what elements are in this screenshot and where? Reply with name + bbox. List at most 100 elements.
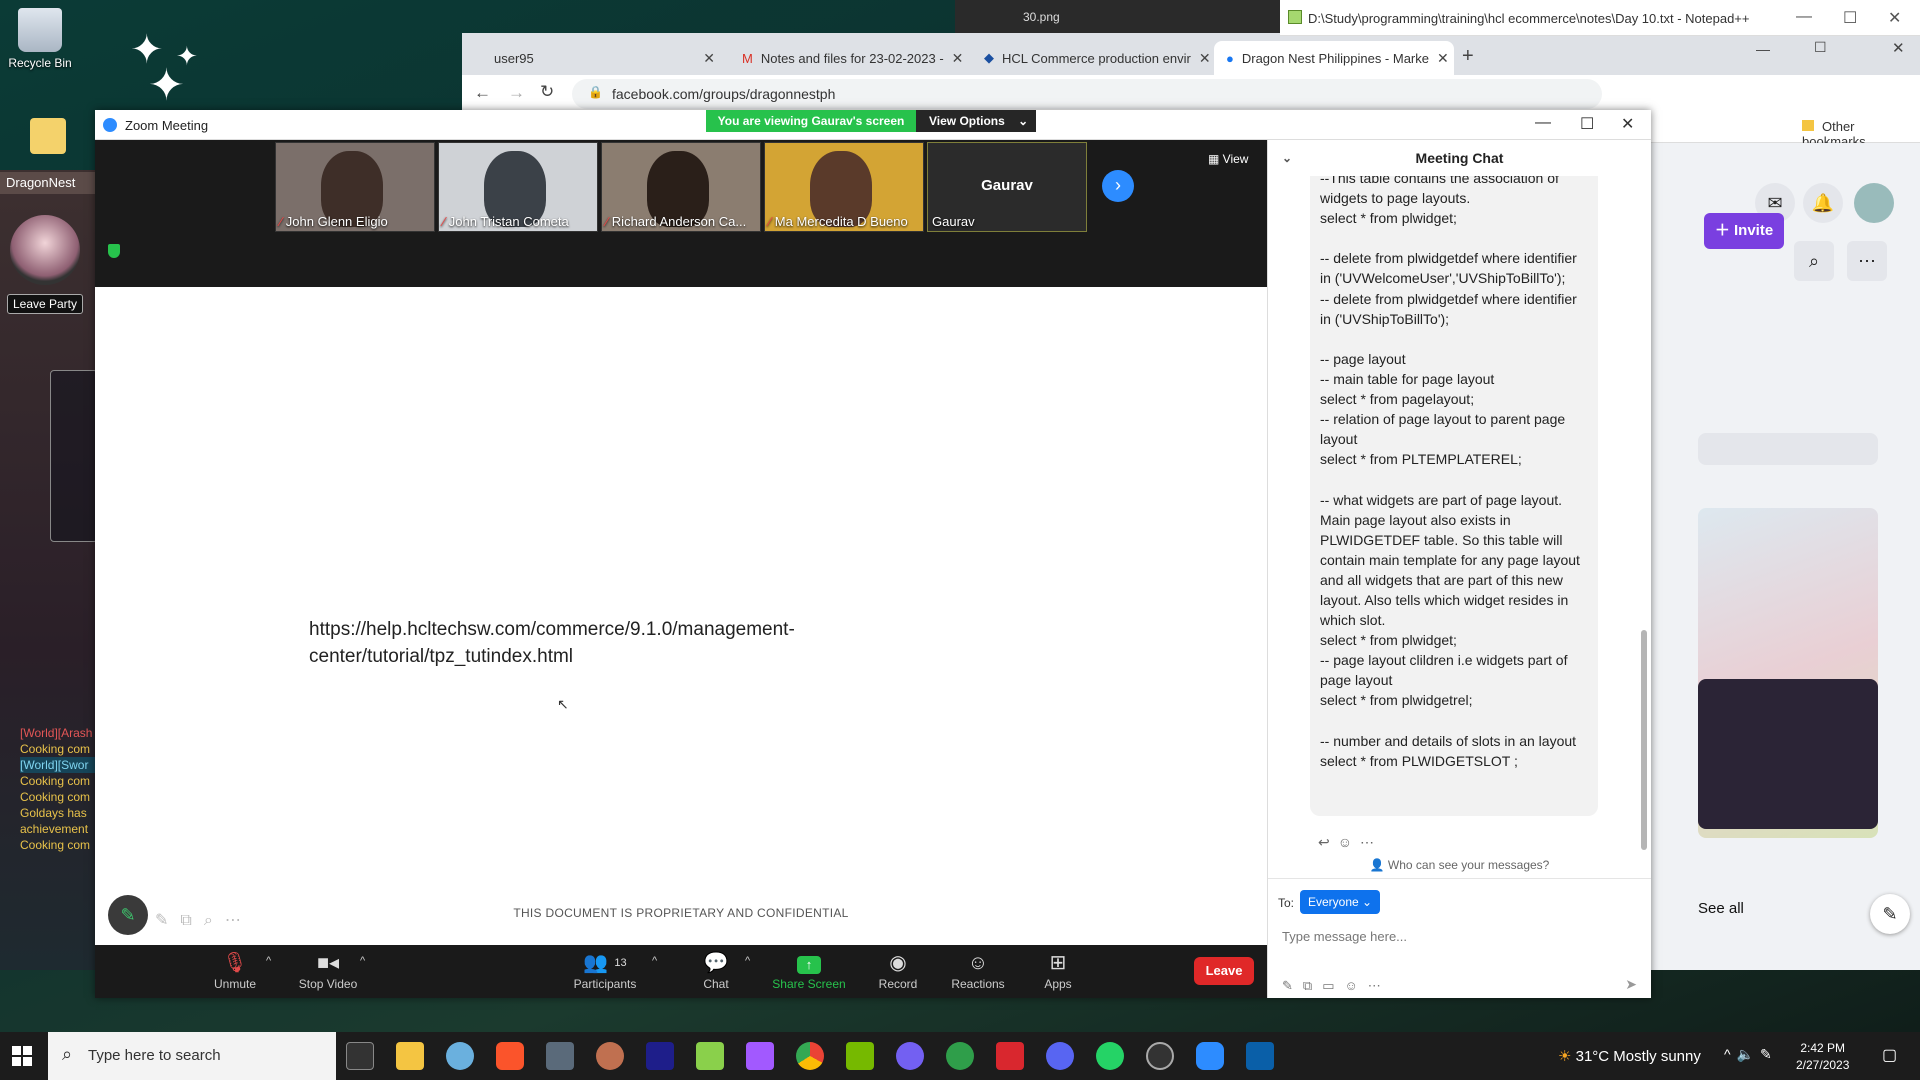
desktop-icon-folder[interactable] [8,118,88,158]
minimize-icon[interactable]: — [1535,114,1551,132]
next-page-button[interactable]: › [1102,170,1134,202]
maximize-icon[interactable]: ☐ [1843,8,1857,28]
app-icon[interactable] [446,1042,474,1070]
chevron-up-icon[interactable]: ^ [266,955,271,967]
desktop-icon-recycle-bin[interactable]: Recycle Bin [0,8,80,70]
reactions-button[interactable]: ☺ Reactions [938,951,1018,991]
more-icon[interactable]: ⋯ [1360,834,1382,850]
unmute-button[interactable]: 🎙 Unmute [195,951,275,991]
intellij-icon[interactable] [646,1042,674,1070]
brave-icon[interactable] [496,1042,524,1070]
notification-icon[interactable]: ▢ [1882,1045,1897,1065]
tab-notes[interactable]: M Notes and files for 23-02-2023 - ✕ [730,41,970,75]
close-icon[interactable]: ✕ [1191,50,1211,67]
discord-icon[interactable] [1046,1042,1074,1070]
minimize-icon[interactable]: — [1756,41,1770,57]
notepadpp-icon[interactable] [696,1042,724,1070]
leave-party-button[interactable]: Leave Party [7,294,83,314]
close-icon[interactable]: ✕ [944,50,964,67]
new-tab-icon[interactable]: + [1462,45,1474,68]
chevron-up-icon[interactable]: ^ [745,955,750,967]
participant-video[interactable]: ⁄ Richard Anderson Ca... [601,142,761,232]
obs-icon[interactable] [1146,1042,1174,1070]
chat-input[interactable]: Type message here... [1282,929,1407,944]
leave-button[interactable]: Leave [1194,957,1254,985]
app-icon[interactable] [996,1042,1024,1070]
figma-icon[interactable] [746,1042,774,1070]
share-screen-button[interactable]: ↑ Share Screen [769,951,849,991]
nvidia-icon[interactable] [846,1042,874,1070]
pen-icon[interactable]: ✎ [1760,1046,1778,1062]
app-icon[interactable] [596,1042,624,1070]
forward-icon[interactable]: → [508,83,525,103]
fb-search-card[interactable] [1698,433,1878,465]
fb-post-thumbnail[interactable] [1698,679,1878,829]
recipient-select[interactable]: Everyone ⌄ [1300,890,1381,914]
app-icon[interactable] [946,1042,974,1070]
close-icon[interactable]: ✕ [1888,8,1901,28]
participants-button[interactable]: 👥 13 Participants [565,951,645,991]
avatar[interactable] [10,215,80,285]
close-icon[interactable]: ✕ [1429,50,1449,67]
chevron-up-icon[interactable]: ^ [1724,1046,1737,1062]
view-button[interactable]: ▦ View [1208,152,1248,166]
close-icon[interactable]: ✕ [695,50,715,67]
who-can-see-link[interactable]: 👤 Who can see your messages? [1268,858,1651,872]
close-icon[interactable]: ✕ [1892,39,1905,57]
scrollbar-thumb[interactable] [1641,630,1647,850]
url-input[interactable]: 🔒 facebook.com/groups/dragonnestph [572,79,1602,109]
chrome-icon[interactable] [796,1042,824,1070]
background-window-title[interactable]: 30.png [955,0,1280,36]
windows-start-icon[interactable] [12,1046,32,1066]
send-icon[interactable]: ➤ [1625,976,1637,993]
tab-user95[interactable]: user95 ✕ [482,41,727,75]
compose-icon[interactable]: ✎ [1870,894,1910,934]
stop-video-button[interactable]: ■◂ Stop Video [288,951,368,991]
taskbar-search[interactable]: ⌕ Type here to search [48,1032,336,1080]
maximize-icon[interactable]: ☐ [1580,114,1594,134]
invite-button[interactable]: ＋ Invite [1704,213,1784,249]
reply-icon[interactable]: ↩ [1318,834,1338,850]
view-options-button[interactable]: View Options ⌄ [916,110,1036,132]
chat-button[interactable]: 💬 Chat [676,951,756,991]
participant-video-gaurav[interactable]: Gaurav Gaurav [927,142,1087,232]
avatar[interactable] [1854,183,1894,223]
app-icon[interactable] [1246,1042,1274,1070]
search-icon[interactable]: ⌕ [1794,241,1834,281]
chevron-up-icon[interactable]: ^ [652,955,657,967]
file-icon[interactable]: ▭ [1322,978,1344,993]
volume-icon[interactable]: 🔈 [1737,1046,1760,1062]
whatsapp-icon[interactable] [1096,1042,1124,1070]
participant-video[interactable]: ⁄ John Tristan Cometa [438,142,598,232]
close-icon[interactable]: ✕ [1621,114,1634,134]
clock[interactable]: 2:42 PM 2/27/2023 [1796,1040,1849,1074]
record-button[interactable]: ◉ Record [858,951,938,991]
notifications-icon[interactable]: 🔔 [1803,183,1843,223]
game-tab[interactable]: DragonNest [0,172,95,194]
weather-widget[interactable]: ☀ 31°C Mostly sunny [1558,1047,1701,1065]
participant-video[interactable]: ⁄ John Glenn Eligio [275,142,435,232]
chat-message[interactable]: --This table contains the association of… [1310,176,1598,816]
zoom-icon[interactable] [1196,1042,1224,1070]
viber-icon[interactable] [896,1042,924,1070]
reload-icon[interactable]: ↻ [540,82,554,102]
file-explorer-icon[interactable] [396,1042,424,1070]
chevron-up-icon[interactable]: ^ [360,955,365,967]
tab-hcl[interactable]: ◆ HCL Commerce production envir ✕ [972,41,1212,75]
participant-video[interactable]: ⁄ Ma Mercedita D Bueno [764,142,924,232]
system-tray[interactable]: ^🔈✎ [1724,1046,1778,1063]
emoji-reaction-icon[interactable]: ☺ [1338,834,1360,850]
more-icon[interactable]: ⋯ [1847,241,1887,281]
chevron-down-icon[interactable]: ⌄ [1282,140,1292,176]
tab-facebook[interactable]: ● Dragon Nest Philippines - Marke ✕ [1214,41,1454,75]
notepad-titlebar[interactable]: D:\Study\programming\training\hcl ecomme… [1280,0,1920,36]
emoji-icon[interactable]: ☺ [1345,978,1368,993]
format-icon[interactable]: ✎ [1282,978,1303,993]
apps-button[interactable]: ⊞ Apps [1018,951,1098,991]
chat-scrollbar[interactable] [1641,190,1647,998]
screenshot-icon[interactable]: ⧉ [1303,978,1322,993]
see-all-link[interactable]: See all [1698,900,1744,917]
app-icon[interactable] [546,1042,574,1070]
maximize-icon[interactable]: ☐ [1814,39,1827,56]
more-icon[interactable]: ⋯ [1368,978,1391,993]
